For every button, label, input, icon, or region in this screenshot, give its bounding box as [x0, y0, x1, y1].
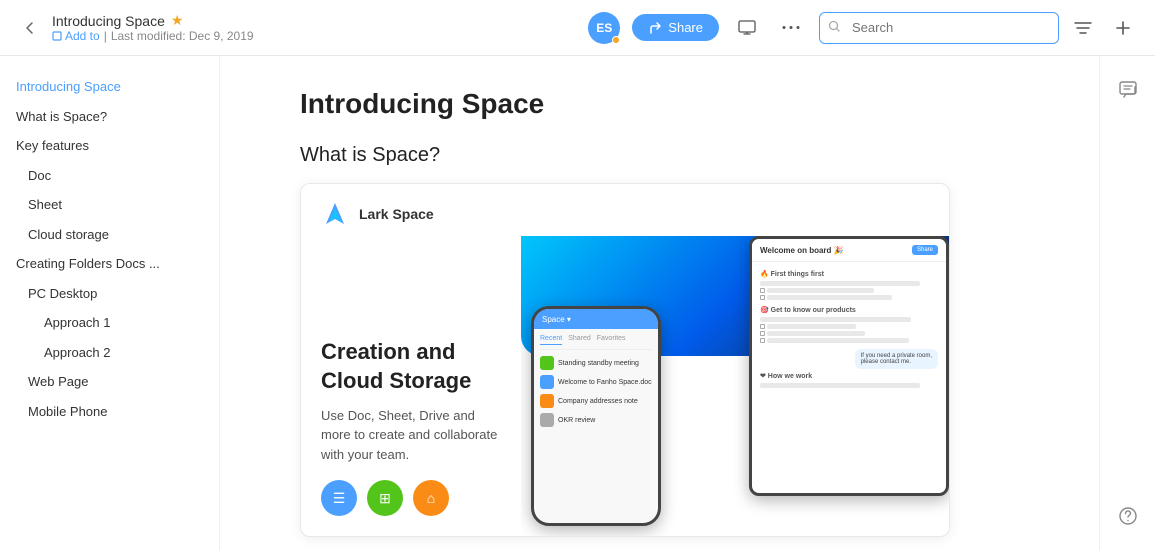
- tablet-line-link2: [767, 295, 892, 300]
- tablet-bubble-area: If you need a private room,please contac…: [760, 349, 938, 372]
- doc-title: Introducing Space: [52, 13, 165, 29]
- tablet-section-1-title: 🔥 First things first: [760, 270, 938, 278]
- search-container: [819, 12, 1059, 44]
- tablet-line-s2-1: [767, 324, 856, 329]
- sidebar-item-approach-1[interactable]: Approach 1: [0, 308, 219, 338]
- card-body: Creation and Cloud Storage Use Doc, Shee…: [301, 236, 949, 536]
- right-panel: [1099, 56, 1155, 550]
- topbar: Introducing Space ★ Add to | Last modifi…: [0, 0, 1155, 56]
- card-left: Creation and Cloud Storage Use Doc, Shee…: [301, 236, 521, 536]
- tablet-section-1: 🔥 First things first: [760, 270, 938, 300]
- card-title: Creation and Cloud Storage: [321, 338, 501, 395]
- sidebar-item-what-is-space[interactable]: What is Space?: [0, 102, 219, 132]
- doc-title-area: Introducing Space ★ Add to | Last modifi…: [52, 12, 254, 43]
- tablet-section-3-title: ❤ How we work: [760, 372, 938, 380]
- sidebar-item-approach-2[interactable]: Approach 2: [0, 338, 219, 368]
- add-to-label: Add to: [65, 29, 100, 43]
- tablet-header: Welcome on board 🎉 Share: [752, 239, 946, 262]
- star-icon[interactable]: ★: [171, 12, 184, 29]
- sidebar-item-cloud-storage[interactable]: Cloud storage: [0, 220, 219, 250]
- tablet-content: 🔥 First things first: [752, 262, 946, 402]
- last-modified: Last modified: Dec 9, 2019: [111, 29, 254, 43]
- card-subtitle: Use Doc, Sheet, Drive and more to create…: [321, 406, 501, 465]
- monitor-button[interactable]: [731, 12, 763, 44]
- doc-icon[interactable]: ☰: [321, 480, 357, 516]
- filter-button[interactable]: [1067, 12, 1099, 44]
- phone-row-2: Welcome to Fanho Space.doc: [540, 375, 652, 389]
- search-icon: [828, 20, 841, 36]
- doc-meta: Add to | Last modified: Dec 9, 2019: [52, 29, 254, 43]
- section-heading: What is Space?: [300, 144, 1019, 167]
- topbar-center: ES Share: [588, 12, 807, 44]
- avatar[interactable]: ES: [588, 12, 620, 44]
- add-to-link[interactable]: Add to: [52, 29, 100, 43]
- help-button[interactable]: [1110, 498, 1146, 534]
- sidebar-item-web-page[interactable]: Web Page: [0, 367, 219, 397]
- phone-row-4: OKR review: [540, 413, 652, 427]
- tablet-action-btn: Share: [912, 245, 938, 255]
- main-content: Introducing Space What is Space? Lark Sp…: [220, 56, 1099, 550]
- sidebar-item-introducing-space[interactable]: Introducing Space: [0, 72, 219, 102]
- tablet-line-s2: [760, 317, 911, 322]
- share-button[interactable]: Share: [632, 14, 719, 41]
- topbar-right: [819, 12, 1139, 44]
- tablet-line-link: [767, 288, 874, 293]
- sidebar-item-mobile-phone[interactable]: Mobile Phone: [0, 397, 219, 427]
- topbar-left: Introducing Space ★ Add to | Last modifi…: [16, 12, 576, 43]
- page-body: Introducing Space What is Space? Key fea…: [0, 56, 1155, 550]
- tablet-line-s2-3: [767, 338, 909, 343]
- card-header: Lark Space: [301, 184, 949, 236]
- card-brand: Lark Space: [359, 206, 434, 222]
- tablet-actions: Share: [912, 245, 938, 255]
- phone-mockup: Space ▾ Recent Shared Favorites: [531, 306, 661, 526]
- phone-content: Recent Shared Favorites Standing standby…: [534, 329, 658, 438]
- meta-separator: |: [104, 29, 107, 43]
- tablet-section-2-title: 🎯 Get to know our products: [760, 306, 938, 314]
- back-button[interactable]: [16, 14, 44, 42]
- phone-row-3: Company addresses note: [540, 394, 652, 408]
- sidebar-item-pc-desktop[interactable]: PC Desktop: [0, 279, 219, 309]
- lark-logo-icon: [321, 200, 349, 228]
- sidebar-item-creating-folders[interactable]: Creating Folders Docs ...: [0, 249, 219, 279]
- phone-row-1: Standing standby meeting: [540, 356, 652, 370]
- phone-status-text: Space ▾: [542, 315, 571, 324]
- tablet-bubble: If you need a private room,please contac…: [855, 349, 938, 369]
- tablet-line: [760, 281, 920, 286]
- tablet-section-3: ❤ How we work: [760, 372, 938, 388]
- phone-status-bar: Space ▾: [534, 309, 658, 329]
- tablet-line-s2-2: [767, 331, 865, 336]
- drive-icon[interactable]: ⌂: [413, 480, 449, 516]
- search-input[interactable]: [819, 12, 1059, 44]
- comment-button[interactable]: [1110, 72, 1146, 108]
- sidebar: Introducing Space What is Space? Key fea…: [0, 56, 220, 550]
- share-label: Share: [668, 20, 703, 35]
- page-title: Introducing Space: [300, 88, 1019, 120]
- tablet-section-2: 🎯 Get to know our products: [760, 306, 938, 343]
- card-right: Space ▾ Recent Shared Favorites: [521, 236, 949, 536]
- sheet-icon[interactable]: ⊞: [367, 480, 403, 516]
- sidebar-item-key-features[interactable]: Key features: [0, 131, 219, 161]
- sidebar-item-doc[interactable]: Doc: [0, 161, 219, 191]
- tablet-title: Welcome on board 🎉: [760, 246, 844, 255]
- add-button[interactable]: [1107, 12, 1139, 44]
- card-icons-row: ☰ ⊞ ⌂: [321, 464, 501, 516]
- card-preview: Lark Space Creation and Cloud Storage Us…: [300, 183, 950, 537]
- tablet-mockup: Welcome on board 🎉 Share 🔥 First things …: [749, 236, 949, 496]
- tablet-line-s3: [760, 383, 920, 388]
- sidebar-item-sheet[interactable]: Sheet: [0, 190, 219, 220]
- avatar-dot: [612, 36, 620, 44]
- more-button[interactable]: [775, 12, 807, 44]
